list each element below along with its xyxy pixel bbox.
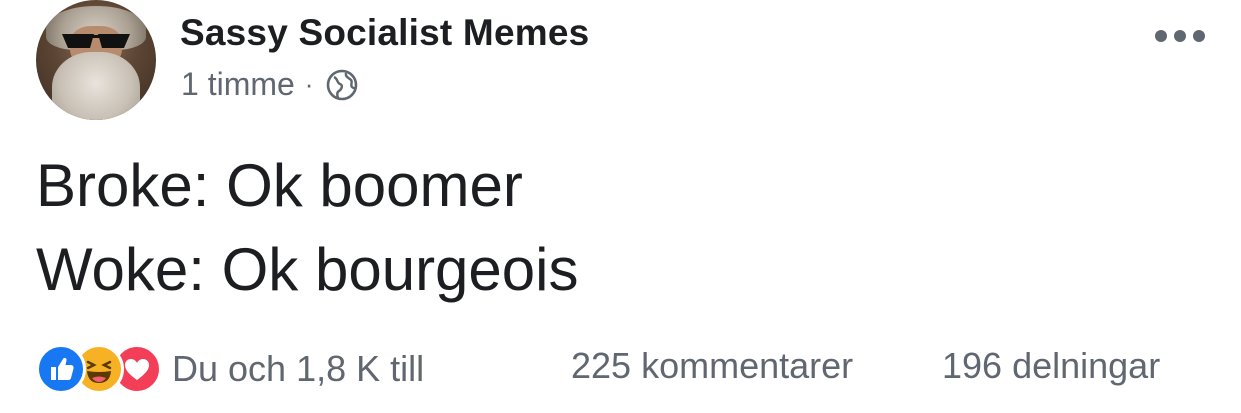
globe-icon[interactable] [325,68,359,102]
like-reaction-icon [36,344,86,394]
post-body: Broke: Ok boomer Woke: Ok bourgeois [36,144,579,312]
more-dot [1174,30,1186,42]
author-name[interactable]: Sassy Socialist Memes [180,12,589,54]
more-dot [1155,30,1167,42]
avatar-beard [52,52,140,120]
author-avatar[interactable] [36,0,156,120]
reaction-summary-text[interactable]: Du och 1,8 K till [172,348,424,390]
more-options-icon[interactable] [1155,26,1205,46]
sunglasses-icon [62,34,130,48]
comments-count-link[interactable]: 225 kommentarer [571,345,853,387]
post-text-line: Woke: Ok bourgeois [36,236,579,303]
reaction-summary[interactable]: Du och 1,8 K till [36,344,424,394]
shares-count-link[interactable]: 196 delningar [942,345,1160,387]
post-text-line: Broke: Ok boomer [36,152,523,219]
post-meta: 1 timme · [181,66,359,103]
more-dot [1193,30,1205,42]
post-timestamp[interactable]: 1 timme [181,66,295,103]
meta-separator: · [304,69,314,99]
